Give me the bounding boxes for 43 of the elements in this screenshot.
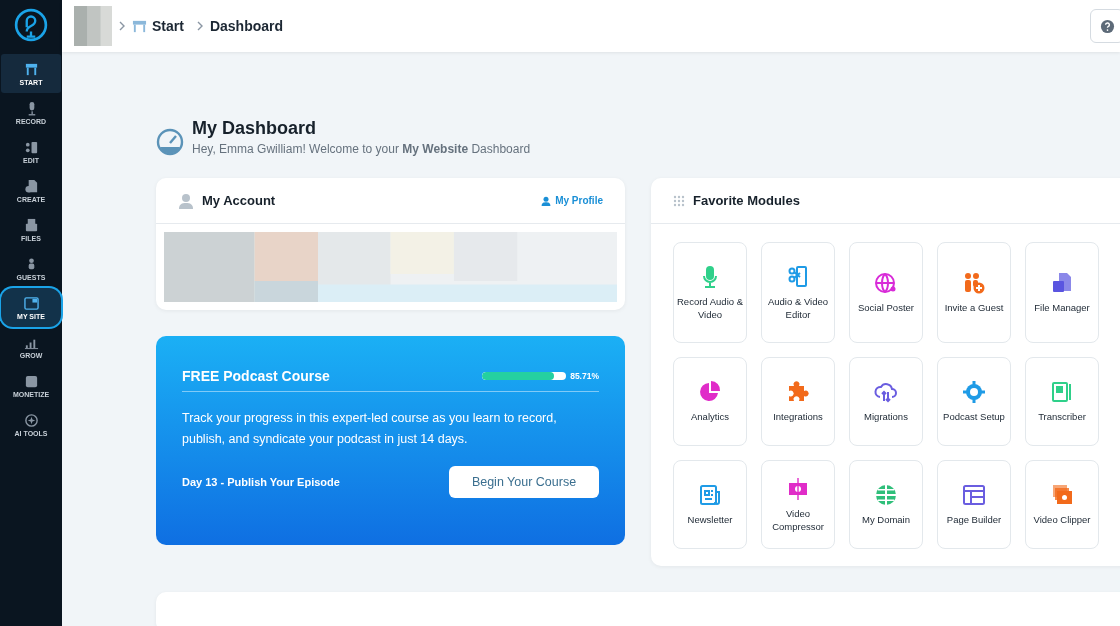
course-day: Day 13 - Publish Your Episode: [182, 476, 340, 488]
user-icon: [178, 192, 194, 209]
gate-icon: [132, 18, 147, 34]
module-tile[interactable]: Transcriber: [1025, 357, 1099, 446]
module-tile[interactable]: Record Audio & Video: [673, 242, 747, 343]
card-title: My Account: [202, 193, 276, 208]
help-button[interactable]: [1090, 9, 1120, 43]
module-tile[interactable]: Analytics: [673, 357, 747, 446]
edit-icon: [23, 139, 39, 155]
browser-icon: [23, 295, 39, 311]
module-tile[interactable]: Invite a Guest: [937, 242, 1011, 343]
welcome-text: Hey, Emma Gwilliam! Welcome to your My Website Dashboard: [192, 142, 531, 156]
module-tile[interactable]: Podcast Setup: [937, 357, 1011, 446]
logo-icon: [14, 8, 48, 42]
course-description: Track your progress in this expert-led course as you learn to record, publish, and syndicate your podcast in just 14 days.: [182, 410, 558, 448]
module-tile[interactable]: Audio & Video Editor: [761, 242, 835, 343]
chevron-icon: [118, 20, 126, 32]
folder-icon: [23, 217, 39, 233]
profile-link[interactable]: My Profile: [541, 195, 603, 206]
page-title: My Dashboard: [192, 118, 318, 139]
module-tile[interactable]: Newsletter: [673, 460, 747, 549]
chevron-icon: [195, 20, 204, 32]
user-icon: [541, 195, 552, 206]
help-icon: [1099, 18, 1115, 34]
grip-icon: [673, 194, 685, 207]
module-tile[interactable]: Page Builder: [937, 460, 1011, 549]
module-tile[interactable]: Video Compressor: [761, 460, 835, 549]
breadcrumb-link[interactable]: Start: [152, 18, 184, 34]
module-tile[interactable]: Integrations: [761, 357, 835, 446]
module-tile[interactable]: Migrations: [849, 357, 923, 446]
sparkle-icon: [23, 412, 39, 428]
course-title: FREE Podcast Course: [182, 368, 331, 384]
module-tile[interactable]: Video Clipper: [1025, 460, 1099, 549]
breadcrumb-current: Dashboard: [209, 18, 284, 34]
module-tile[interactable]: My Domain: [849, 460, 923, 549]
card-title: Favorite Modules: [693, 193, 800, 208]
document-icon: [23, 178, 39, 194]
begin-course-button[interactable]: Begin Your Course: [449, 466, 599, 498]
progress-percent: 85.71%: [570, 371, 599, 381]
module-tile[interactable]: File Manager: [1025, 242, 1099, 343]
gate-icon: [23, 61, 39, 77]
module-tile[interactable]: Social Poster: [849, 242, 923, 343]
gauge-icon: [156, 128, 184, 156]
